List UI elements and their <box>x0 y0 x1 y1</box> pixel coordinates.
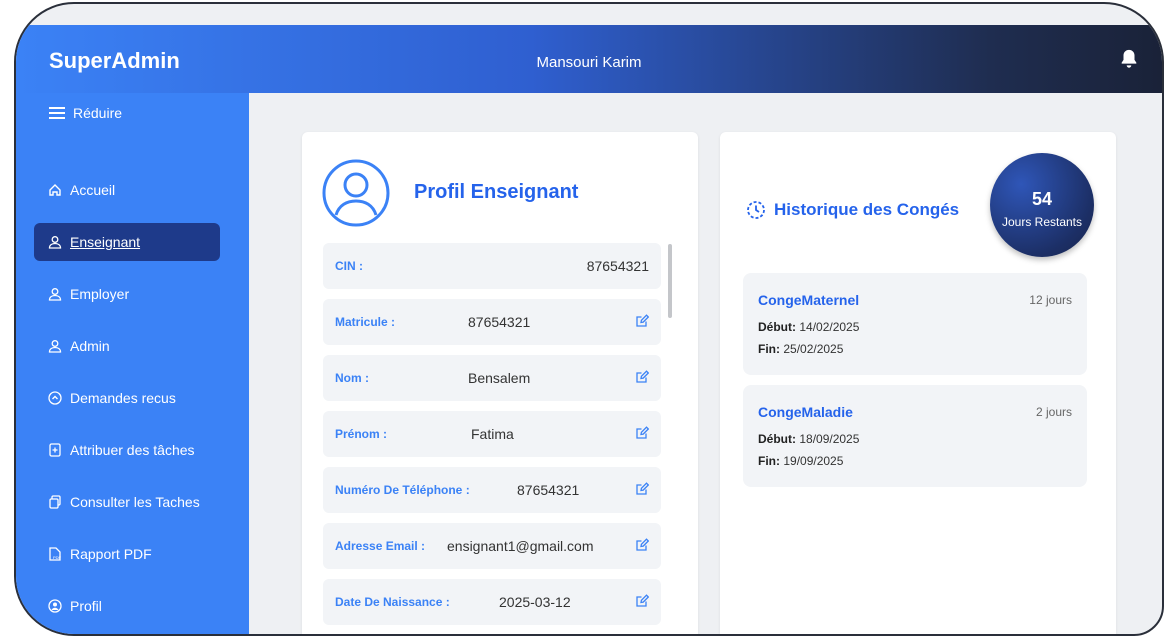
field-label: Prénom : <box>335 427 388 441</box>
field-email: Adresse Email : ensignant1@gmail.com <box>323 523 661 569</box>
field-cin: CIN : 87654321 <box>323 243 661 289</box>
field-label: Adresse Email : <box>335 539 426 553</box>
device-frame: SuperAdmin Mansouri Karim Réduire Accuei… <box>0 0 1170 639</box>
edit-icon[interactable] <box>635 314 649 328</box>
svg-text:PDF: PDF <box>53 555 62 560</box>
file-plus-icon <box>49 443 61 457</box>
field-telephone: Numéro De Téléphone : 87654321 <box>323 467 661 513</box>
edit-icon[interactable] <box>635 594 649 608</box>
copy-icon <box>49 495 61 509</box>
leave-end-date: 25/02/2025 <box>783 342 844 356</box>
leave-item[interactable]: CongeMaternel 12 jours Début: 14/02/2025… <box>743 273 1087 375</box>
sidebar-item-rapport[interactable]: PDF Rapport PDF <box>48 535 235 573</box>
user-icon <box>48 340 62 353</box>
field-matricule: Matricule : 87654321 <box>323 299 661 345</box>
sidebar: Réduire Accueil Enseignant Employer Admi… <box>16 93 249 634</box>
sidebar-item-enseignant[interactable]: Enseignant <box>34 223 220 261</box>
leave-end-label: Fin: <box>758 454 780 468</box>
collapse-sidebar-button[interactable]: Réduire <box>49 105 122 121</box>
history-title-text: Historique des Congés <box>774 200 960 219</box>
field-value: ensignant1@gmail.com <box>447 538 594 554</box>
leave-end-date: 19/09/2025 <box>783 454 844 468</box>
sidebar-item-label: Attribuer des tâches <box>70 442 195 458</box>
edit-icon[interactable] <box>635 538 649 552</box>
user-name: Mansouri Karim <box>536 54 642 71</box>
profile-card: Profil Enseignant CIN : 87654321 Matricu… <box>302 132 698 634</box>
sidebar-item-profil[interactable]: Profil <box>48 587 235 625</box>
sidebar-item-label: Profil <box>70 598 102 614</box>
sidebar-item-employer[interactable]: Employer <box>48 275 235 313</box>
bell-icon[interactable] <box>1118 48 1140 70</box>
leave-days: 2 jours <box>1035 405 1072 419</box>
edit-icon[interactable] <box>635 482 649 496</box>
leave-end: Fin: 25/02/2025 <box>758 342 843 356</box>
app-screen: SuperAdmin Mansouri Karim Réduire Accuei… <box>14 2 1164 636</box>
leave-days: 12 jours <box>1029 293 1072 307</box>
field-value: Fatima <box>471 426 514 442</box>
sidebar-item-consulter[interactable]: Consulter les Taches <box>48 483 235 521</box>
field-value: Bensalem <box>468 370 531 386</box>
leave-type: CongeMaternel <box>758 292 860 308</box>
profile-fields: CIN : 87654321 Matricule : 87654321 Nom … <box>323 243 661 634</box>
field-date-naissance: Date De Naissance : 2025-03-12 <box>323 579 661 625</box>
remaining-days-count: 54 <box>1031 189 1053 209</box>
remaining-days-badge: 54 Jours Restants <box>990 153 1094 257</box>
history-icon <box>747 201 765 219</box>
avatar-icon <box>322 159 390 227</box>
history-title: Historique des Congés <box>746 200 959 220</box>
leave-start-date: 14/02/2025 <box>799 320 860 334</box>
user-circle-icon <box>48 599 62 613</box>
field-value: 87654321 <box>517 482 580 498</box>
sidebar-item-label: Accueil <box>70 182 116 198</box>
field-label: Nom : <box>335 371 369 385</box>
sidebar-item-label: Admin <box>70 338 110 354</box>
field-label: Matricule : <box>335 315 396 329</box>
sidebar-item-label: Consulter les Taches <box>70 494 200 510</box>
field-value: 87654321 <box>586 258 649 274</box>
sidebar-nav: Accueil Enseignant Employer Admin Demand… <box>16 171 249 634</box>
leave-item[interactable]: CongeMaladie 2 jours Début: 18/09/2025 F… <box>743 385 1087 487</box>
edit-icon[interactable] <box>635 370 649 384</box>
user-icon <box>48 236 62 249</box>
field-label: Numéro De Téléphone : <box>335 483 470 497</box>
scrollbar-thumb[interactable] <box>668 244 672 318</box>
sidebar-item-admin[interactable]: Admin <box>48 327 235 365</box>
sidebar-item-label: Enseignant <box>70 234 141 250</box>
pdf-icon: PDF <box>49 547 62 561</box>
sidebar-item-demandes[interactable]: Demandes recus <box>48 379 235 417</box>
menu-icon <box>49 107 65 119</box>
field-label: CIN : <box>335 259 363 273</box>
field-value: 2025-03-12 <box>499 594 571 610</box>
leave-start: Début: 14/02/2025 <box>758 320 859 334</box>
edit-icon[interactable] <box>635 426 649 440</box>
leave-start-label: Début: <box>758 432 796 446</box>
sidebar-item-label: Employer <box>70 286 130 302</box>
field-nom: Nom : Bensalem <box>323 355 661 401</box>
leave-end-label: Fin: <box>758 342 780 356</box>
user-icon <box>48 288 62 301</box>
leave-history-card: Historique des Congés 54 Jours Restants … <box>720 132 1116 634</box>
sidebar-item-attribuer[interactable]: Attribuer des tâches <box>48 431 235 469</box>
sidebar-item-accueil[interactable]: Accueil <box>48 171 235 209</box>
field-label: Date De Naissance : <box>335 595 450 609</box>
field-value: 87654321 <box>468 314 531 330</box>
leave-start: Début: 18/09/2025 <box>758 432 859 446</box>
remaining-days-label: Jours Restants <box>1001 215 1083 229</box>
leave-start-label: Début: <box>758 320 796 334</box>
sidebar-item-label: Rapport PDF <box>70 546 152 562</box>
home-icon <box>49 184 61 196</box>
sidebar-item-label: Demandes recus <box>70 390 176 406</box>
collapse-label: Réduire <box>73 105 123 121</box>
leave-end: Fin: 19/09/2025 <box>758 454 843 468</box>
leave-type: CongeMaladie <box>758 404 853 420</box>
page-title: Profil Enseignant <box>414 181 579 203</box>
leave-start-date: 18/09/2025 <box>799 432 860 446</box>
field-prenom: Prénom : Fatima <box>323 411 661 457</box>
circle-arrow-icon <box>48 391 62 405</box>
